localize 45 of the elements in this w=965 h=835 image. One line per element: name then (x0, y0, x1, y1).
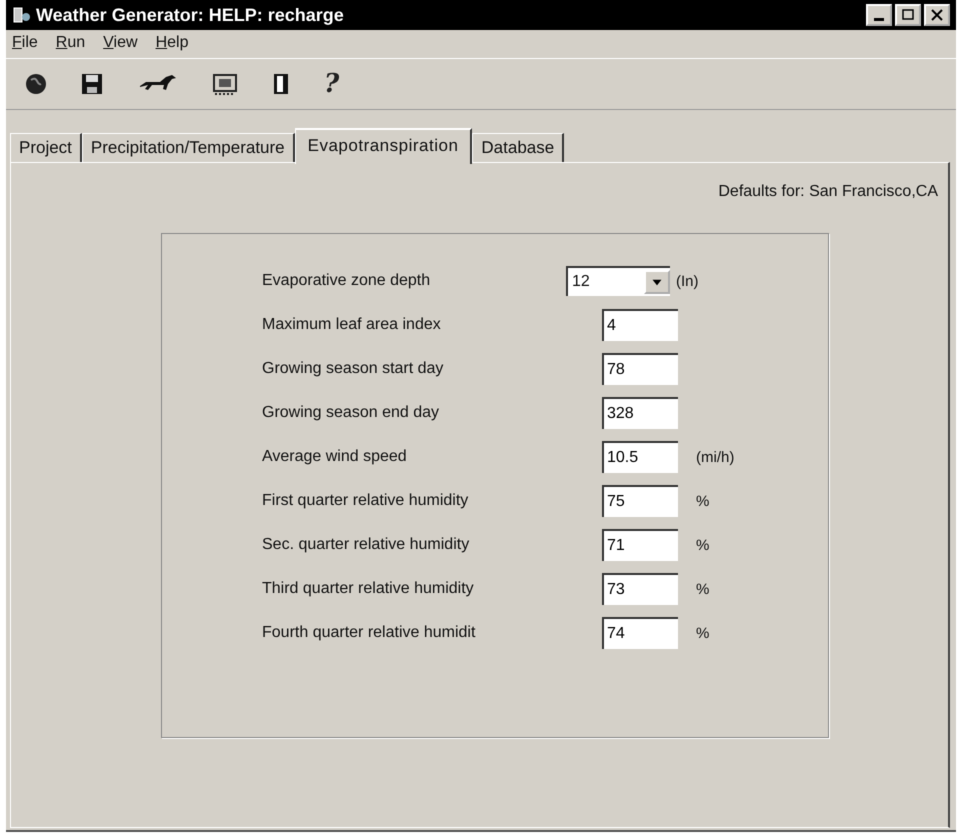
menu-item[interactable]: File (12, 34, 38, 54)
unit-label: % (696, 624, 710, 642)
input-field[interactable]: 73 (602, 573, 678, 605)
menu-item[interactable]: View (103, 34, 138, 54)
input-field[interactable]: 71 (602, 529, 678, 561)
input-field[interactable]: 78 (602, 353, 678, 385)
film-icon[interactable] (212, 72, 238, 96)
maximize-button[interactable] (895, 4, 921, 26)
window-title: Weather Generator: HELP: recharge (36, 4, 344, 26)
field-label: Third quarter relative humidity (262, 580, 475, 598)
input-field[interactable]: 4 (602, 309, 678, 341)
globe-icon[interactable] (24, 72, 48, 96)
field-label: First quarter relative humidity (262, 492, 470, 510)
minimize-button[interactable] (866, 4, 892, 26)
unit-label: % (696, 492, 710, 510)
close-icon (930, 9, 944, 21)
tab[interactable]: Precipitation/Temperature (82, 133, 295, 162)
minimize-icon (874, 18, 884, 20)
field-label: Fourth quarter relative humidit (262, 624, 476, 642)
input-field[interactable]: 75 (602, 485, 678, 517)
field-label: Average wind speed (262, 448, 408, 466)
menu-item[interactable]: Run (56, 34, 86, 54)
field-label: Evaporative zone depth (262, 272, 432, 290)
input-field[interactable]: 328 (602, 397, 678, 429)
unit-label: (mi/h) (696, 448, 734, 466)
save-icon[interactable] (80, 72, 104, 96)
help-button[interactable]: ? (324, 69, 340, 99)
field-label: Growing season end day (262, 404, 440, 422)
unit-label: (In) (676, 272, 698, 290)
defaults-label: Defaults for: San Francisco,CA (718, 183, 938, 201)
input-field[interactable]: 10.5 (602, 441, 678, 473)
field-label: Sec. quarter relative humidity (262, 536, 470, 554)
tab[interactable]: Evapotranspiration (294, 128, 472, 164)
app-icon (12, 5, 32, 25)
unit-label: % (696, 536, 710, 554)
tab[interactable]: Database (472, 133, 564, 162)
depth-dropdown[interactable]: 12 (566, 266, 670, 296)
input-field[interactable]: 74 (602, 617, 678, 649)
close-button[interactable] (924, 4, 950, 26)
unit-label: % (696, 580, 710, 598)
tab[interactable]: Project (10, 133, 82, 162)
field-label: Maximum leaf area index (262, 316, 442, 334)
maximize-icon (901, 9, 915, 21)
menu-item[interactable]: Help (156, 34, 188, 54)
field-label: Growing season start day (262, 360, 444, 378)
